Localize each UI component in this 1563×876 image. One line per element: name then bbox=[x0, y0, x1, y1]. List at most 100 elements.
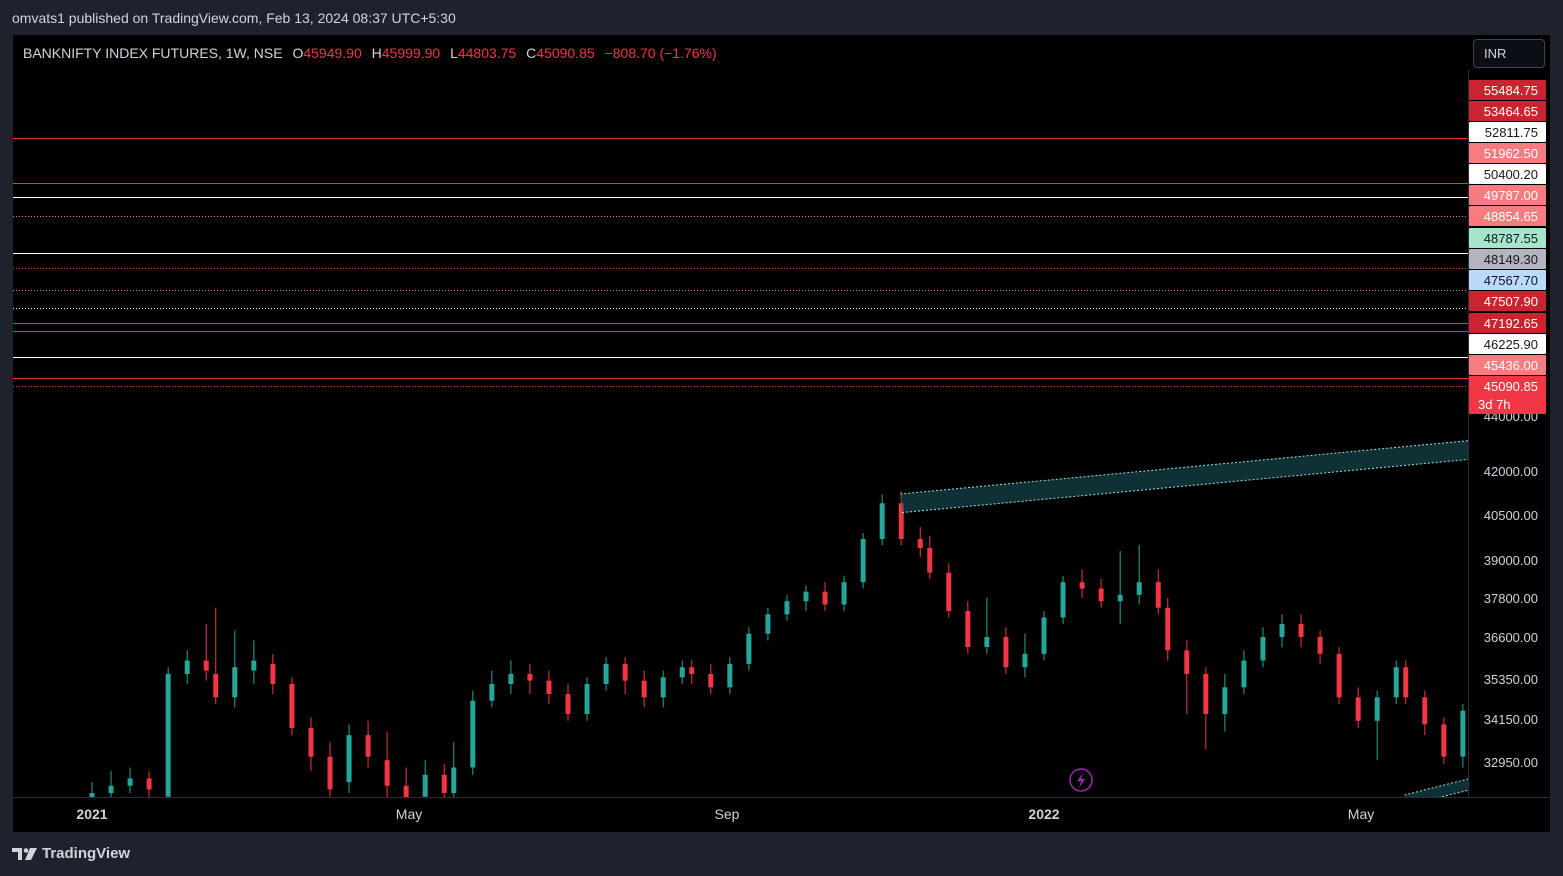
low-value: 44803.75 bbox=[457, 45, 517, 61]
candle-body bbox=[1222, 687, 1228, 714]
price-axis-tag: 48149.30 bbox=[1469, 249, 1546, 269]
price-tag-value: 55484.75 bbox=[1484, 83, 1538, 98]
tradingview-logo[interactable]: TradingView bbox=[12, 845, 130, 862]
candle-body bbox=[232, 667, 238, 698]
low-label: L bbox=[450, 45, 458, 61]
candle-up bbox=[803, 585, 809, 611]
candle-down bbox=[327, 742, 333, 797]
candle-body bbox=[565, 694, 571, 714]
candle-down bbox=[1317, 630, 1323, 664]
candle-body bbox=[165, 673, 171, 797]
price-tag-value: 51962.50 bbox=[1484, 146, 1538, 161]
candle-up bbox=[984, 598, 990, 654]
candle-down bbox=[1098, 579, 1104, 608]
candle-up bbox=[1241, 650, 1247, 694]
candle-down bbox=[1184, 640, 1190, 714]
candle-body bbox=[1203, 673, 1209, 714]
price-tag-value: 47507.90 bbox=[1484, 294, 1538, 309]
candle-down bbox=[270, 653, 276, 694]
candle-up bbox=[727, 657, 733, 694]
y-axis-tick-label: 35350.00 bbox=[1484, 672, 1538, 687]
price-axis-tag: 49787.00 bbox=[1469, 185, 1546, 205]
candle-up bbox=[251, 640, 257, 684]
candle-up bbox=[784, 594, 790, 621]
x-axis-tick-label: Sep bbox=[715, 806, 740, 822]
candle-up bbox=[765, 607, 771, 641]
price-axis-tag: 51962.50 bbox=[1469, 143, 1546, 163]
candle-body bbox=[1079, 582, 1085, 589]
candle-body bbox=[841, 582, 847, 605]
candle-down bbox=[1403, 660, 1409, 704]
candle-down bbox=[1203, 667, 1209, 750]
price-tag-value: 49787.00 bbox=[1484, 188, 1538, 203]
price-axis-tag: 46225.90 bbox=[1469, 334, 1546, 354]
symbol-legend: BANKNIFTY INDEX FUTURES, 1W, NSE O45949.… bbox=[23, 45, 717, 61]
price-axis-tag: 50400.20 bbox=[1469, 164, 1546, 184]
lightning-icon[interactable] bbox=[1069, 768, 1093, 792]
candle-body bbox=[946, 572, 952, 611]
currency-button[interactable]: INR bbox=[1473, 39, 1545, 68]
candle-body bbox=[1098, 588, 1104, 602]
candle-body bbox=[1279, 624, 1285, 637]
y-axis-tick-label: 37800.00 bbox=[1484, 591, 1538, 606]
candle-down bbox=[1155, 569, 1161, 615]
candle-down bbox=[308, 717, 314, 772]
channel-band bbox=[900, 440, 1468, 514]
price-tag-value: 45090.85 bbox=[1484, 379, 1538, 394]
candle-body bbox=[289, 684, 295, 728]
candle-body bbox=[1165, 607, 1171, 651]
candle-down bbox=[1355, 687, 1361, 728]
candle-down bbox=[689, 660, 695, 684]
candle-body bbox=[146, 778, 152, 790]
price-tag-value: 48149.30 bbox=[1484, 252, 1538, 267]
candle-body bbox=[784, 601, 790, 615]
candle-down bbox=[965, 601, 971, 654]
y-axis-tick-label: 39000.00 bbox=[1484, 553, 1538, 568]
candle-body bbox=[546, 680, 552, 694]
candle-body bbox=[803, 591, 809, 602]
symbol-name: BANKNIFTY INDEX FUTURES, 1W, NSE bbox=[23, 45, 283, 61]
candle-up bbox=[489, 670, 495, 708]
candle-down bbox=[1079, 569, 1085, 598]
candle-down bbox=[146, 771, 152, 797]
price-chart[interactable]: 44000.0042000.0040500.0039000.0037800.00… bbox=[0, 0, 1563, 876]
candle-down bbox=[822, 582, 828, 611]
candle-down bbox=[546, 670, 552, 704]
candle-body bbox=[451, 767, 457, 794]
change-value: −808.70 (−1.76%) bbox=[604, 45, 717, 61]
countdown-label: 3d 7h bbox=[1478, 397, 1511, 412]
price-axis-tag: 45436.00 bbox=[1469, 355, 1546, 375]
candle-body bbox=[1117, 594, 1123, 602]
price-tag-value: 47192.65 bbox=[1484, 316, 1538, 331]
candle-up bbox=[1022, 633, 1028, 678]
candle-up bbox=[232, 630, 238, 708]
x-axis-tick-label: May bbox=[1348, 806, 1374, 822]
price-tag-value: 48787.55 bbox=[1484, 231, 1538, 246]
candle-down bbox=[527, 663, 533, 694]
candle-down bbox=[1336, 647, 1342, 704]
candle-body bbox=[308, 727, 314, 757]
candle-up bbox=[1041, 611, 1047, 661]
price-tag-value: 52811.75 bbox=[1485, 125, 1538, 140]
candle-up bbox=[470, 690, 476, 775]
candle-body bbox=[184, 660, 190, 674]
candle-up bbox=[1260, 627, 1266, 668]
candle-up bbox=[584, 677, 590, 721]
candle-body bbox=[508, 673, 514, 684]
candle-down bbox=[384, 731, 390, 797]
candle-body bbox=[1060, 582, 1066, 618]
candle-down bbox=[1422, 690, 1428, 736]
candle-up bbox=[660, 670, 666, 708]
channel-fill bbox=[900, 440, 1468, 513]
candle-body bbox=[1556, 764, 1561, 786]
candle-up bbox=[108, 771, 114, 797]
candle-up bbox=[1393, 660, 1399, 704]
candle-down bbox=[641, 670, 647, 708]
candle-up bbox=[346, 724, 352, 794]
candle-body bbox=[1022, 653, 1028, 668]
candle-up bbox=[1136, 545, 1142, 605]
price-axis-tag: 55484.75 bbox=[1469, 80, 1546, 100]
candle-body bbox=[679, 667, 685, 678]
price-axis-tag: 48787.55 bbox=[1469, 228, 1546, 248]
candle-down bbox=[441, 763, 447, 797]
